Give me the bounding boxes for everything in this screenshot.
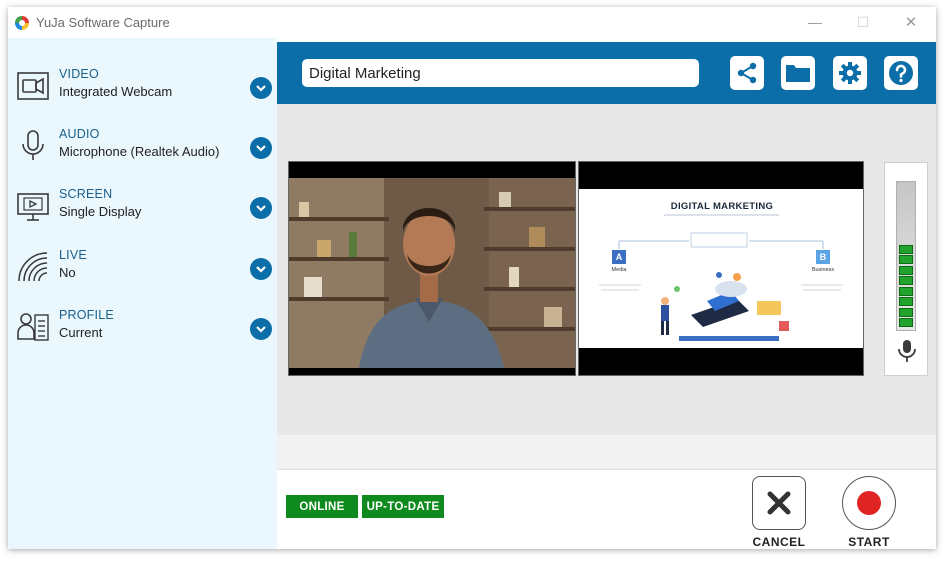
- settings-button[interactable]: [833, 56, 867, 90]
- slide-caption-b: Business: [811, 267, 835, 273]
- slide-label-b: B: [819, 252, 827, 262]
- folder-button[interactable]: [781, 56, 815, 90]
- webcam-image: [289, 162, 575, 375]
- audio-level-meter: [884, 162, 928, 376]
- slide-label-a: A: [615, 252, 623, 262]
- cancel-button[interactable]: CANCEL: [751, 476, 807, 549]
- audio-level-segment: [899, 318, 913, 327]
- help-button[interactable]: [884, 56, 918, 90]
- audio-level-bar: [896, 181, 916, 331]
- chevron-down-icon[interactable]: [250, 77, 272, 99]
- audio-level-segment: [899, 297, 913, 306]
- audio-level-segment: [899, 244, 913, 254]
- share-button[interactable]: [730, 56, 764, 90]
- sidebar-item-audio[interactable]: AUDIO Microphone (Realtek Audio): [8, 122, 277, 182]
- sidebar-item-title: PROFILE: [59, 308, 114, 322]
- status-badge-online: ONLINE: [286, 495, 358, 518]
- audio-level-segment: [899, 255, 913, 264]
- source-sidebar: VIDEO Integrated Webcam AUDIO Microphone…: [8, 38, 277, 549]
- record-icon: [857, 491, 881, 515]
- session-title-input[interactable]: [302, 59, 699, 87]
- sidebar-item-video[interactable]: VIDEO Integrated Webcam: [8, 62, 277, 122]
- cancel-icon-box[interactable]: [752, 476, 806, 530]
- bottom-bar: ONLINE UP-TO-DATE CANCEL START: [277, 469, 936, 549]
- minimize-button[interactable]: —: [798, 11, 832, 33]
- preview-area: DIGITAL MARKETING A B Media Business: [277, 104, 936, 435]
- audio-level-segment: [899, 276, 913, 285]
- yuja-logo-icon: [15, 16, 29, 30]
- app-window: YuJa Software Capture — ☐ ✕ VIDEO Integr…: [8, 7, 936, 549]
- close-icon: [767, 491, 791, 515]
- sidebar-item-profile[interactable]: PROFILE Current: [8, 303, 277, 363]
- maximize-button[interactable]: ☐: [846, 11, 880, 33]
- chevron-down-icon[interactable]: [250, 258, 272, 280]
- audio-level-segment: [899, 265, 913, 275]
- sidebar-item-title: VIDEO: [59, 67, 99, 81]
- display-icon: [17, 193, 49, 221]
- header-toolbar: [277, 42, 936, 104]
- gear-icon: [839, 62, 861, 84]
- sidebar-item-title: SCREEN: [59, 187, 113, 201]
- chevron-down-icon[interactable]: [250, 318, 272, 340]
- main-panel: DIGITAL MARKETING: [277, 38, 936, 549]
- window-title: YuJa Software Capture: [36, 15, 170, 30]
- share-icon: [737, 62, 757, 84]
- slide-caption-a: Media: [611, 267, 627, 273]
- live-broadcast-icon: [18, 252, 48, 282]
- sidebar-item-title: LIVE: [59, 248, 87, 262]
- start-icon-circle[interactable]: [842, 476, 896, 530]
- sidebar-item-value: No: [59, 265, 76, 280]
- sidebar-item-value: Single Display: [59, 204, 142, 219]
- chevron-down-icon[interactable]: [250, 197, 272, 219]
- chevron-down-icon[interactable]: [250, 137, 272, 159]
- sidebar-item-live[interactable]: LIVE No: [8, 243, 277, 303]
- cancel-label: CANCEL: [752, 535, 806, 549]
- sidebar-item-value: Microphone (Realtek Audio): [59, 144, 220, 159]
- profile-icon: [17, 313, 49, 341]
- audio-level-segment: [899, 286, 913, 296]
- webcam-preview: [288, 161, 576, 376]
- help-icon: [889, 61, 913, 85]
- sidebar-item-title: AUDIO: [59, 127, 100, 141]
- sidebar-item-screen[interactable]: SCREEN Single Display: [8, 182, 277, 242]
- microphone-icon: [22, 130, 44, 160]
- microphone-icon: [898, 340, 916, 362]
- folder-icon: [786, 65, 810, 82]
- status-badge-up-to-date: UP-TO-DATE: [362, 495, 444, 518]
- sidebar-item-value: Current: [59, 325, 103, 340]
- close-window-button[interactable]: ✕: [894, 11, 928, 33]
- start-button[interactable]: START: [841, 476, 897, 549]
- slide-canvas: DIGITAL MARKETING A B Media Business: [579, 189, 863, 348]
- title-bar: YuJa Software Capture — ☐ ✕: [8, 7, 936, 38]
- start-label: START: [848, 535, 890, 549]
- webcam-icon: [17, 72, 49, 100]
- screen-preview: DIGITAL MARKETING A B Media Business: [578, 161, 864, 376]
- preview-footer-strip: [277, 435, 936, 469]
- sidebar-item-value: Integrated Webcam: [59, 84, 173, 99]
- audio-level-segment: [899, 307, 913, 317]
